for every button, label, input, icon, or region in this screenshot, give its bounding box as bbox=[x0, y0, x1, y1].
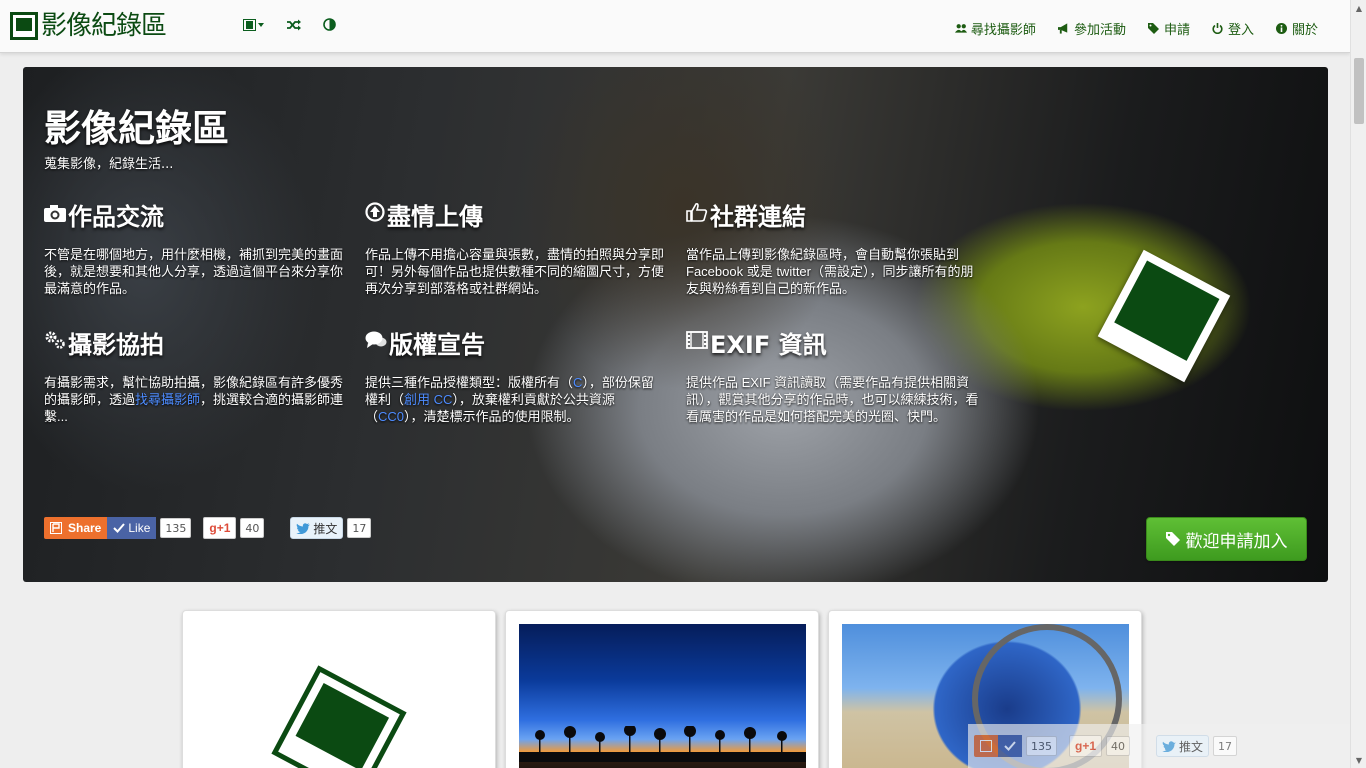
tag-icon bbox=[1165, 532, 1180, 546]
polaroid-placeholder-icon bbox=[271, 665, 407, 768]
feature-title: 版權宣告 bbox=[389, 330, 485, 359]
feature-title: EXIF 資訊 bbox=[710, 330, 827, 359]
tweet-count: 17 bbox=[1213, 736, 1238, 756]
nav-find-photographer[interactable]: 尋找攝影師 bbox=[954, 19, 1036, 38]
brand-title: 影像紀錄區 bbox=[41, 11, 167, 41]
find-photographer-link[interactable]: 找尋攝影師 bbox=[135, 392, 200, 407]
tweet-count: 17 bbox=[347, 518, 372, 538]
scroll-down-arrow-icon[interactable]: ▼ bbox=[1351, 752, 1366, 768]
feature-exchange: 作品交流 不管是在哪個地方，用什麼相機，補抓到完美的畫面後，就是想要和其他人分享… bbox=[44, 199, 344, 297]
contrast-button[interactable] bbox=[323, 18, 336, 31]
nav-label: 尋找攝影師 bbox=[970, 22, 1036, 37]
feature-text: 提供作品 EXIF 資訊讀取（需要作品有提供相關資訊），觀賞其他分享的作品時，也… bbox=[686, 375, 979, 424]
flag-icon bbox=[50, 522, 62, 534]
feature-text: 當作品上傳到影像紀錄區時，會自動幫你張貼到 Facebook 或是 twitte… bbox=[686, 247, 974, 296]
hero-subtitle: 蒐集影像，紀錄生活... bbox=[44, 157, 174, 172]
photo-thumbnail bbox=[519, 624, 806, 768]
share-row: Share Like 135 g+1 40 推文 17 bbox=[44, 517, 372, 539]
feature-title: 社群連結 bbox=[710, 202, 806, 231]
feature-title: 作品交流 bbox=[68, 202, 164, 231]
thumbs-up-icon bbox=[686, 200, 708, 228]
feature-social: 社群連結 當作品上傳到影像紀錄區時，會自動幫你張貼到 Facebook 或是 t… bbox=[686, 199, 986, 297]
feature-copyright: 版權宣告 提供三種作品授權類型：版權所有（C），部份保留權利（創用 CC），放棄… bbox=[365, 327, 665, 425]
cogs-icon bbox=[44, 328, 66, 356]
tweet-button[interactable]: 推文 bbox=[1156, 735, 1210, 757]
camera-icon bbox=[44, 200, 66, 228]
nav-label: 關於 bbox=[1291, 22, 1318, 37]
license-c-link[interactable]: C bbox=[573, 375, 582, 390]
feature-title: 攝影協拍 bbox=[68, 330, 164, 359]
linkedin-share-button[interactable]: Share bbox=[44, 517, 108, 539]
nav-apply[interactable]: 申請 bbox=[1148, 19, 1190, 38]
nav-join-event[interactable]: 參加活動 bbox=[1057, 19, 1126, 38]
nav-label: 參加活動 bbox=[1073, 22, 1126, 37]
feature-assist: 攝影協拍 有攝影需求，幫忙協助拍攝，影像紀錄區有許多優秀的攝影師，透過找尋攝影師… bbox=[44, 327, 344, 425]
tweet-button[interactable]: 推文 bbox=[290, 517, 344, 539]
like-count: 135 bbox=[160, 518, 192, 538]
join-button[interactable]: 歡迎申請加入 bbox=[1146, 517, 1307, 561]
gplus-button[interactable]: g+1 bbox=[203, 517, 237, 539]
facebook-like-button[interactable] bbox=[998, 735, 1022, 757]
feature-text: 提供三種作品授權類型：版權所有（C），部份保留權利（創用 CC），放棄權利貢獻於… bbox=[365, 375, 654, 424]
license-cc0-link[interactable]: CC0 bbox=[378, 409, 404, 424]
feature-title: 盡情上傳 bbox=[387, 202, 483, 231]
film-icon bbox=[686, 328, 708, 356]
gplus-button[interactable]: g+1 bbox=[1069, 735, 1103, 757]
photo-card-placeholder[interactable] bbox=[182, 610, 496, 768]
twitter-bird-icon bbox=[1162, 740, 1177, 752]
film-menu-button[interactable] bbox=[243, 18, 265, 31]
check-icon bbox=[1004, 741, 1016, 751]
facebook-like-button[interactable]: Like bbox=[107, 517, 157, 539]
feature-text: 有攝影需求，幫忙協助拍攝，影像紀錄區有許多優秀的攝影師，透過找尋攝影師，挑選較合… bbox=[44, 375, 344, 424]
info-icon bbox=[1276, 23, 1288, 35]
vertical-scrollbar[interactable]: ▲ ▼ bbox=[1350, 0, 1366, 768]
comments-icon bbox=[365, 328, 387, 356]
users-icon bbox=[954, 23, 967, 35]
polaroid-logo-icon bbox=[1097, 249, 1231, 383]
license-cc-link[interactable]: 創用 CC bbox=[404, 392, 452, 407]
feature-upload: 盡情上傳 作品上傳不用擔心容量與張數，盡情的拍照與分享即可！另外每個作品也提供數… bbox=[365, 199, 665, 297]
like-count: 135 bbox=[1026, 736, 1057, 756]
brand-link[interactable]: 影像紀錄區 bbox=[10, 11, 167, 41]
feature-exif: EXIF 資訊 提供作品 EXIF 資訊讀取（需要作品有提供相關資訊），觀賞其他… bbox=[686, 327, 986, 425]
power-icon bbox=[1212, 23, 1224, 35]
gplus-count: 40 bbox=[1106, 736, 1131, 756]
floating-share-bar: 135 g+1 40 推文 17 bbox=[968, 724, 1350, 768]
nav-about[interactable]: 關於 bbox=[1276, 19, 1318, 38]
scroll-up-arrow-icon[interactable]: ▲ bbox=[1351, 0, 1366, 16]
shuffle-button[interactable] bbox=[287, 18, 301, 31]
scroll-thumb[interactable] bbox=[1354, 58, 1364, 124]
bullhorn-icon bbox=[1057, 23, 1070, 35]
nav-label: 登入 bbox=[1227, 22, 1254, 37]
contrast-icon bbox=[323, 18, 336, 31]
nav-login[interactable]: 登入 bbox=[1212, 19, 1254, 38]
linkedin-share-button[interactable] bbox=[974, 735, 998, 757]
gplus-count: 40 bbox=[240, 518, 265, 538]
top-navbar: 影像紀錄區 尋找攝影師 參加活動 申請 登入 關於 bbox=[0, 0, 1350, 53]
brand-logo-icon bbox=[10, 12, 38, 40]
twitter-bird-icon bbox=[296, 522, 311, 534]
feature-text: 不管是在哪個地方，用什麼相機，補抓到完美的畫面後，就是想要和其他人分享，透過這個… bbox=[44, 247, 344, 296]
photo-card-night[interactable] bbox=[505, 610, 819, 768]
tag-icon bbox=[1148, 23, 1160, 35]
palm-silhouette bbox=[519, 726, 806, 762]
hero-banner: 影像紀錄區 蒐集影像，紀錄生活... 作品交流 不管是在哪個地方，用什麼相機，補… bbox=[23, 67, 1328, 582]
check-icon bbox=[113, 523, 126, 533]
shuffle-icon bbox=[287, 19, 301, 30]
feature-text: 作品上傳不用擔心容量與張數，盡情的拍照與分享即可！另外每個作品也提供數種不同的縮… bbox=[365, 247, 665, 296]
hero-title: 影像紀錄區 bbox=[44, 107, 229, 150]
film-icon bbox=[243, 18, 264, 31]
nav-label: 申請 bbox=[1163, 22, 1190, 37]
flag-icon bbox=[980, 740, 992, 752]
upload-icon bbox=[365, 200, 385, 228]
